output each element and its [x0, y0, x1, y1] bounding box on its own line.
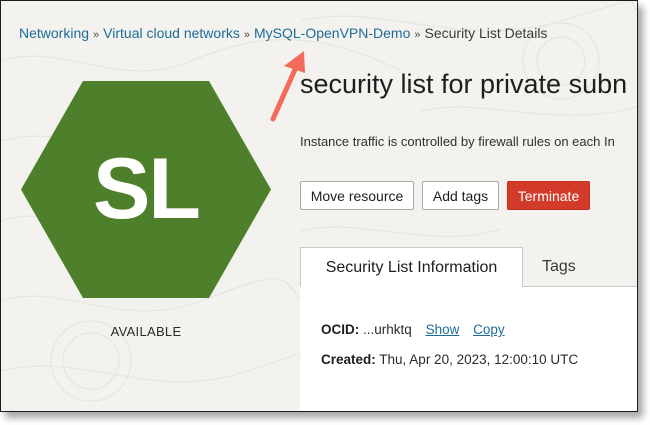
move-resource-button[interactable]: Move resource: [300, 181, 414, 210]
ocid-value: ...urhktq: [363, 322, 412, 337]
ocid-row: OCID: ...urhktq Show Copy: [321, 322, 505, 337]
ocid-copy-link[interactable]: Copy: [473, 322, 505, 337]
created-label: Created:: [321, 352, 376, 367]
breadcrumb-separator: »: [243, 29, 250, 41]
breadcrumb-separator: »: [93, 29, 100, 41]
breadcrumb-virtual-cloud-networks[interactable]: Virtual cloud networks: [103, 25, 240, 41]
add-tags-button[interactable]: Add tags: [422, 181, 499, 210]
created-value: Thu, Apr 20, 2023, 12:00:10 UTC: [379, 352, 579, 367]
tab-security-list-information[interactable]: Security List Information: [300, 247, 523, 287]
status-label: AVAILABLE: [110, 324, 182, 339]
breadcrumb-current: Security List Details: [424, 25, 548, 41]
tab-tags[interactable]: Tags: [542, 247, 576, 287]
resource-icon: SL: [21, 81, 271, 298]
breadcrumb: Networking» Virtual cloud networks» MySQL-…: [19, 25, 547, 41]
ocid-label: OCID:: [321, 322, 360, 337]
breadcrumb-separator: »: [414, 29, 421, 41]
page-title: security list for private subn: [300, 69, 628, 99]
page-description: Instance traffic is controlled by firewa…: [300, 134, 615, 149]
details-panel: Security List Information Tags OCID: ...…: [300, 247, 637, 411]
breadcrumb-networking[interactable]: Networking: [19, 25, 89, 41]
terminate-button[interactable]: Terminate: [507, 181, 590, 210]
breadcrumb-vcn[interactable]: MySQL-OpenVPN-Demo: [254, 25, 410, 41]
resource-icon-label: SL: [93, 141, 201, 237]
app-window: Networking» Virtual cloud networks» MySQL-…: [0, 0, 638, 412]
ocid-show-link[interactable]: Show: [426, 322, 460, 337]
created-row: Created: Thu, Apr 20, 2023, 12:00:10 UTC: [321, 352, 578, 367]
